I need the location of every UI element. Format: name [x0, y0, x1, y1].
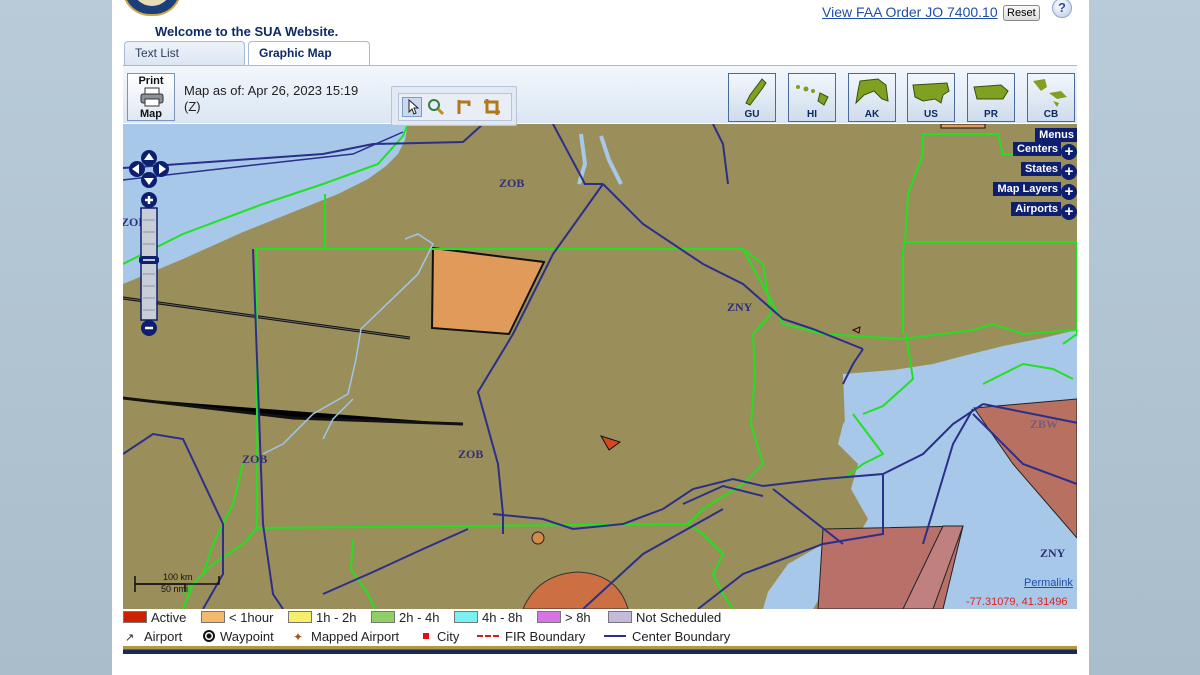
legend-1hour-swatch — [201, 611, 225, 623]
fir-boundary-icon — [477, 635, 499, 637]
legend-fir-boundary: FIR Boundary — [477, 629, 585, 647]
zoom-slider[interactable] — [139, 190, 161, 340]
reset-button[interactable]: Reset — [1003, 5, 1040, 21]
map-layers-plus-icon[interactable]: + — [1061, 184, 1077, 200]
region-hi-button[interactable]: HI — [788, 73, 836, 122]
legend-city: City — [423, 629, 459, 647]
usa-map-icon — [912, 82, 950, 104]
legend-active: Active — [123, 610, 186, 628]
centers-plus-icon[interactable]: + — [1061, 144, 1077, 160]
airport-icon: ↗ — [125, 632, 135, 644]
region-us-button[interactable]: US — [907, 73, 955, 122]
legend-center-boundary: Center Boundary — [604, 629, 730, 647]
crop-tool-icon[interactable] — [482, 97, 502, 117]
center-boundary-icon — [604, 635, 626, 637]
region-ak-button[interactable]: AK — [848, 73, 896, 122]
alaska-map-icon — [855, 78, 889, 105]
permalink-link[interactable]: Permalink — [1024, 577, 1073, 589]
cursor-coordinates: -77.31079, 41.31496 — [966, 596, 1068, 608]
map-label-zbw: ZBW — [1030, 417, 1059, 431]
states-plus-icon[interactable]: + — [1061, 164, 1077, 180]
sua-graphic-map[interactable]: ZOB ZOB ZOB ZNY ZBW ZNY ZOB Menus Center… — [123, 124, 1077, 609]
map-canvas — [123, 124, 1077, 609]
zoom-tool-icon[interactable] — [426, 97, 446, 117]
city-icon — [423, 633, 429, 639]
scale-bar: 100 km 50 nmi — [133, 572, 223, 594]
guam-map-icon — [745, 78, 767, 106]
printer-icon — [140, 87, 164, 107]
legend-not-scheduled: Not Scheduled — [608, 610, 721, 628]
region-cb-button[interactable]: CB — [1027, 73, 1075, 122]
legend-4h-8h-swatch — [454, 611, 478, 623]
airports-plus-icon[interactable]: + — [1061, 204, 1077, 220]
legend-1h-2h: 1h - 2h — [288, 610, 356, 628]
map-label-zny-2: ZNY — [1040, 546, 1066, 560]
faa-order-link[interactable]: View FAA Order JO 7400.10 — [822, 4, 998, 20]
map-label-zob-2: ZOB — [458, 447, 484, 461]
print-label: Print — [138, 75, 164, 87]
sua-area-circle[interactable] — [531, 531, 545, 545]
scale-km: 100 km — [163, 572, 193, 582]
legend-1h-2h-swatch — [288, 611, 312, 623]
sua-area-south[interactable] — [522, 571, 629, 609]
map-label-zny-1: ZNY — [727, 300, 753, 314]
mapped-airport-icon: ✦ — [293, 630, 304, 644]
map-tools-panel — [391, 86, 517, 126]
legend-airport: ↗ Airport — [125, 629, 183, 644]
map-label: Map — [140, 108, 162, 120]
welcome-title: Welcome to the SUA Website. — [155, 24, 339, 39]
legend-8h: > 8h — [537, 610, 591, 628]
sua-area-north[interactable] — [430, 246, 546, 336]
region-pr-button[interactable]: PR — [967, 73, 1015, 122]
legend-4h-8h: 4h - 8h — [454, 610, 522, 628]
map-label-zob-3: ZOB — [242, 452, 268, 466]
tab-graphic-map[interactable]: Graphic Map — [248, 41, 370, 66]
legend-active-swatch — [123, 611, 147, 623]
print-map-button[interactable]: Print Map — [127, 73, 175, 121]
centers-toggle[interactable]: Centers — [1013, 142, 1061, 156]
map-date-text: Map as of: Apr 26, 2023 15:19 (Z) — [184, 83, 359, 114]
puerto-rico-map-icon — [973, 84, 1009, 100]
airports-toggle[interactable]: Airports — [1011, 202, 1061, 216]
waypoint-icon — [203, 630, 215, 642]
select-tool-icon[interactable] — [402, 97, 422, 117]
legend-waypoint: Waypoint — [203, 629, 274, 647]
states-toggle[interactable]: States — [1020, 162, 1061, 176]
menus-button[interactable]: Menus — [1035, 128, 1077, 142]
legend-8h-swatch — [537, 611, 561, 623]
legend-2h-4h-swatch — [371, 611, 395, 623]
sua-area-small[interactable] — [599, 435, 622, 451]
region-gu-button[interactable]: GU — [728, 73, 776, 122]
footer-bar — [123, 646, 1077, 654]
scale-nmi: 50 nmi — [161, 584, 189, 594]
layer-panel: Menus Centers + States + Map Layers + Airpo… — [993, 128, 1077, 222]
hawaii-map-icon — [796, 85, 829, 106]
legend-not-scheduled-swatch — [608, 611, 632, 623]
measure-tool-icon[interactable] — [454, 97, 474, 117]
tab-text-list[interactable]: Text List — [124, 41, 245, 65]
map-layers-toggle[interactable]: Map Layers — [993, 182, 1061, 196]
legend-1hour: < 1hour — [201, 610, 273, 628]
caribbean-map-icon — [1033, 79, 1067, 107]
legend-2h-4h: 2h - 4h — [371, 610, 439, 628]
map-label-zob-1: ZOB — [499, 176, 525, 190]
legend-mapped-airport: ✦ Mapped Airport — [293, 629, 400, 644]
